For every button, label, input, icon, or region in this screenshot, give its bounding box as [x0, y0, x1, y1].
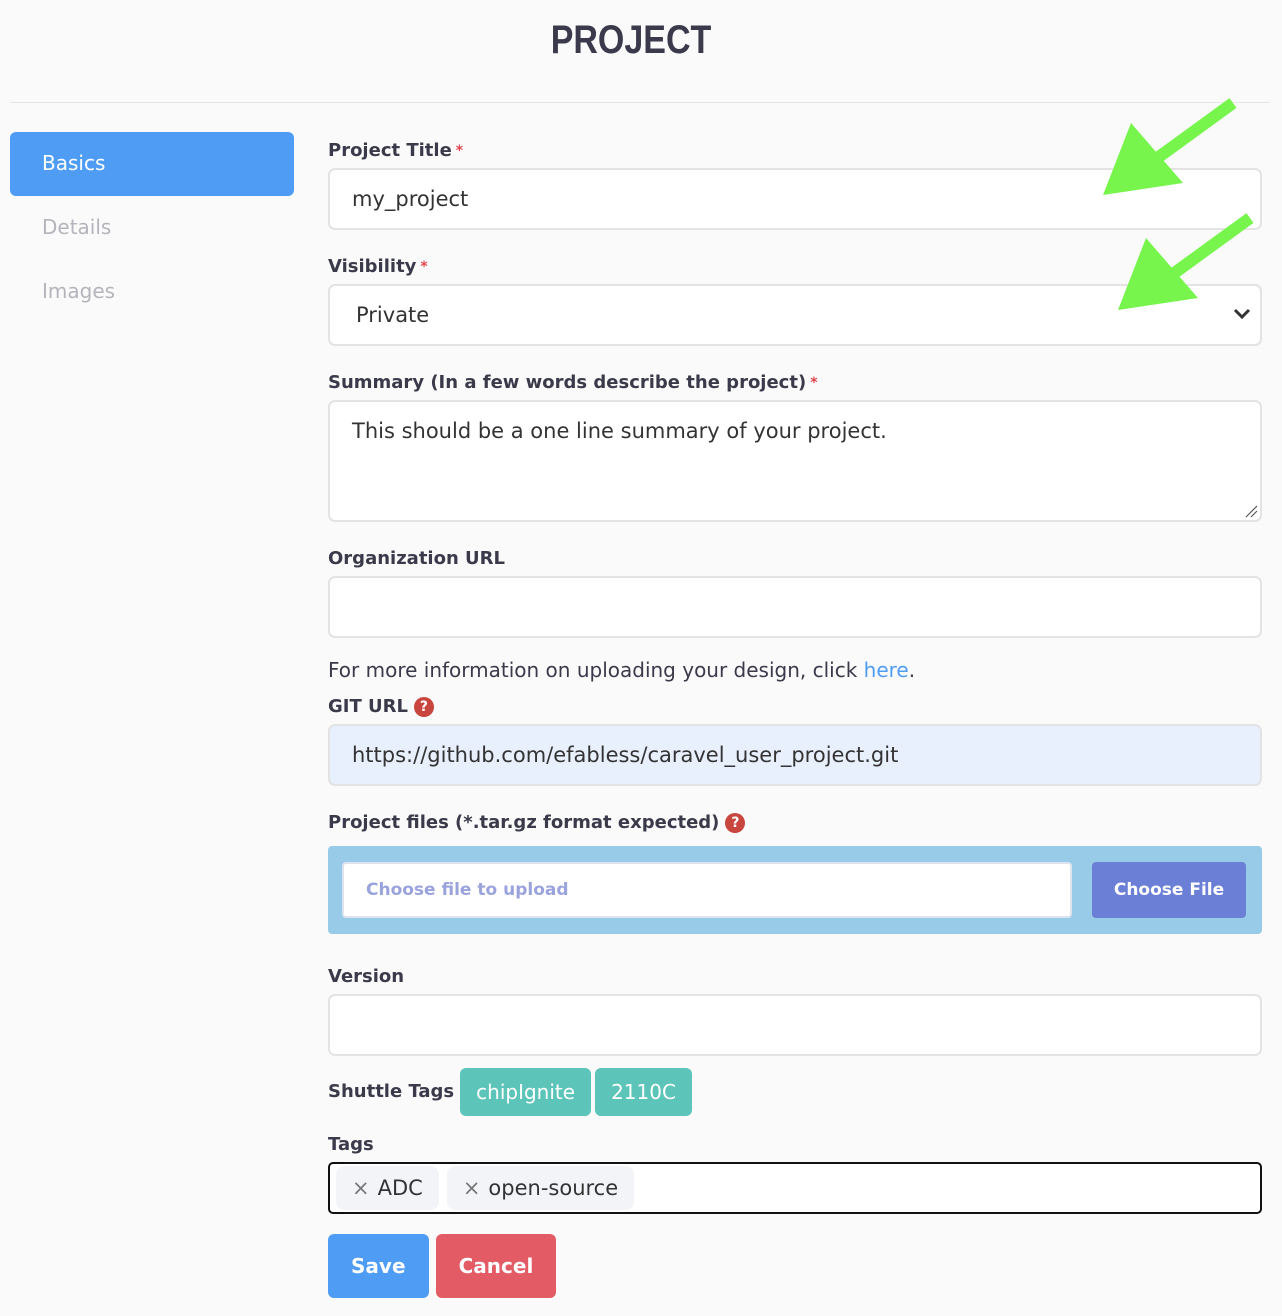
annotation-arrow-icon — [1103, 98, 1237, 195]
version-label: Version — [328, 966, 405, 987]
help-icon[interactable]: ? — [725, 813, 746, 833]
cancel-button[interactable]: Cancel — [435, 1234, 557, 1298]
save-button[interactable]: Save — [328, 1234, 429, 1298]
tags-input[interactable]: × ADC × open-source — [328, 1162, 1262, 1214]
file-upload-area: Choose file to upload Choose File — [328, 846, 1262, 934]
git-url-label: GIT URL? — [328, 694, 1262, 720]
version-input[interactable] — [328, 994, 1262, 1056]
sidebar-item-details[interactable]: Details — [10, 196, 294, 260]
summary-textarea[interactable]: This should be a one line summary of you… — [328, 400, 1262, 522]
help-icon[interactable]: ? — [413, 697, 434, 717]
choose-file-button[interactable]: Choose File — [1092, 862, 1246, 918]
shuttle-tags-label: Shuttle Tags — [328, 1081, 455, 1102]
sidebar-item-basics[interactable]: Basics — [10, 132, 294, 196]
tag: × ADC — [336, 1166, 439, 1210]
upload-info: For more information on uploading your d… — [328, 658, 916, 682]
remove-tag-icon[interactable]: × — [463, 1176, 481, 1200]
resize-handle-icon[interactable] — [1244, 504, 1258, 518]
shuttle-tags: Shuttle Tags chipIgnite 2110C — [328, 1068, 1262, 1116]
sidebar: Basics Details Images — [10, 132, 294, 324]
tags-label: Tags — [328, 1134, 374, 1155]
upload-info-link[interactable]: here — [864, 658, 909, 682]
remove-tag-icon[interactable]: × — [352, 1176, 370, 1200]
file-upload-input[interactable]: Choose file to upload — [342, 862, 1072, 918]
divider — [10, 102, 1270, 103]
git-url-input[interactable]: https://github.com/efabless/caravel_user… — [328, 724, 1262, 786]
project-files-label: Project files (*.tar.gz format expected)… — [328, 810, 1262, 836]
org-url-input[interactable] — [328, 576, 1262, 638]
annotation-arrow-icon — [1118, 213, 1254, 310]
tag: × open-source — [446, 1166, 635, 1210]
org-url-label: Organization URL — [328, 548, 505, 569]
summary-label: Summary (In a few words describe the pro… — [328, 372, 818, 393]
shuttle-tag: 2110C — [595, 1068, 692, 1116]
shuttle-tag: chipIgnite — [460, 1068, 592, 1116]
sidebar-item-images[interactable]: Images — [10, 260, 294, 324]
page-title: PROJECT — [550, 18, 712, 62]
